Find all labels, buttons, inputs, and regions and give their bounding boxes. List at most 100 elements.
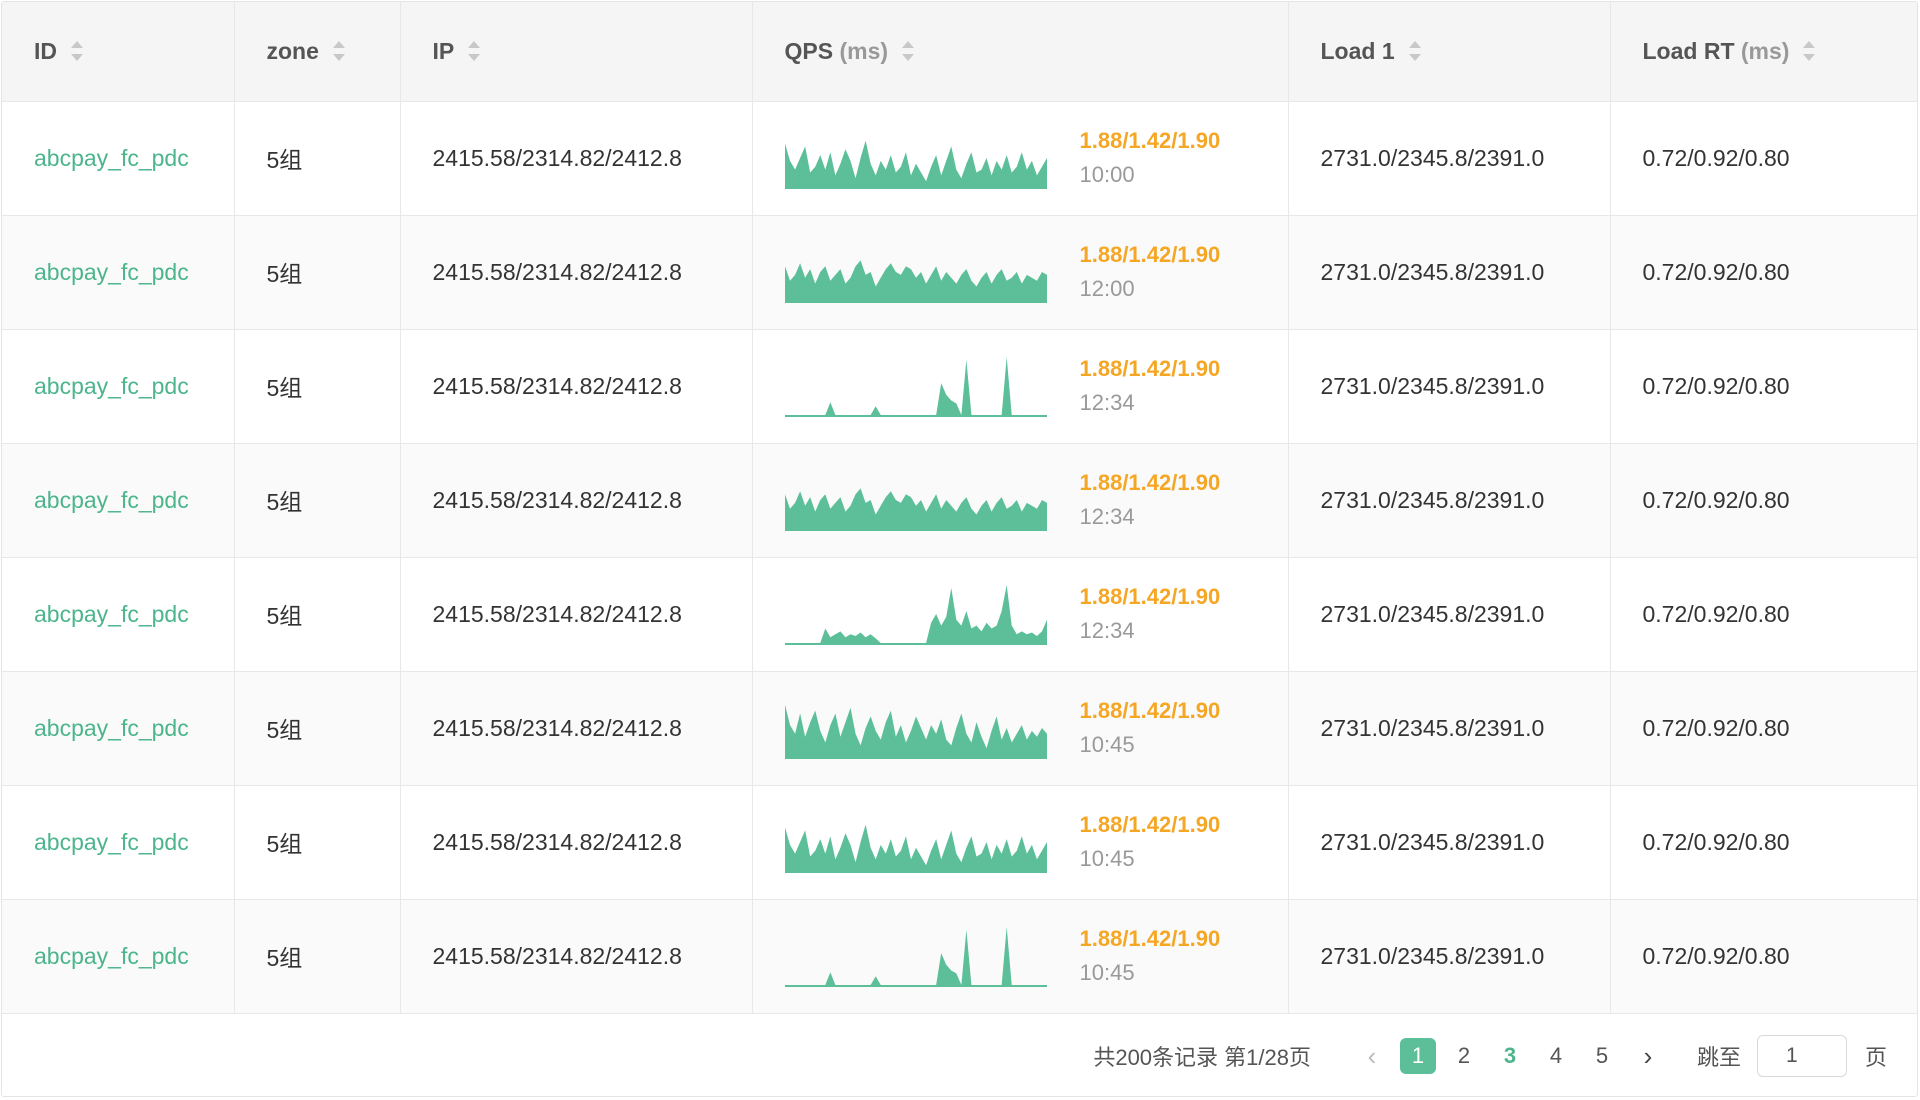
prev-page-icon[interactable]: ‹ [1349,1038,1395,1074]
cell-id: abcpay_fc_pdc [2,101,235,216]
cell-zone: 5组 [234,329,401,444]
sparkline-area [784,585,1047,643]
sort-icon[interactable] [468,40,481,62]
page-1-button[interactable]: 1 [1395,1038,1441,1074]
qps-time: 12:34 [1079,390,1135,415]
qps-value: 1.88/1.42/1.90 [1079,242,1221,267]
column-header-label: zone [266,37,319,64]
cell-ip: 2415.58/2314.82/2412.8 [400,557,753,672]
qps-time: 10:00 [1079,162,1135,187]
cell-ip: 2415.58/2314.82/2412.8 [400,899,753,1014]
data-table: ID zone IP QPS (ms) Load 1 Load RT (ms) … [2,2,1917,1014]
sparkline-area [784,927,1047,985]
cell-load-rt: 0.72/0.92/0.80 [1610,329,1917,444]
next-page-icon[interactable]: › [1625,1038,1671,1074]
qps-time: 10:45 [1079,846,1135,871]
sparkline-area [784,140,1047,187]
cell-load1: 2731.0/2345.8/2391.0 [1288,785,1611,900]
sparkline-area [784,357,1047,415]
qps-sparkline [784,927,1047,987]
qps-sparkline [784,704,1047,759]
column-header-ip[interactable]: IP [400,2,753,102]
cell-load-rt: 0.72/0.92/0.80 [1610,101,1917,216]
qps-sparkline [784,357,1047,417]
cell-id: abcpay_fc_pdc [2,557,235,672]
cell-load1: 2731.0/2345.8/2391.0 [1288,215,1611,330]
column-header-label: QPS [784,37,834,64]
cell-id: abcpay_fc_pdc [2,329,235,444]
page-2-button[interactable]: 2 [1441,1038,1487,1074]
cell-zone: 5组 [234,443,401,558]
cell-zone: 5组 [234,557,401,672]
page-number: 1 [1399,1038,1436,1074]
page-5-button[interactable]: 5 [1579,1038,1625,1074]
cell-load1: 2731.0/2345.8/2391.0 [1288,101,1611,216]
qps-sparkline [784,824,1047,873]
column-header-label: Load RT [1642,37,1735,64]
cell-load1: 2731.0/2345.8/2391.0 [1288,329,1611,444]
column-header-zone[interactable]: zone [234,2,401,102]
cell-load1: 2731.0/2345.8/2391.0 [1288,899,1611,1014]
cell-id: abcpay_fc_pdc [2,785,235,900]
cell-ip: 2415.58/2314.82/2412.8 [400,329,753,444]
column-header-label: ID [34,37,57,64]
table-row: abcpay_fc_pdc 5组 2415.58/2314.82/2412.8 1.8… [2,671,1917,786]
jump-label: 跳至 [1696,1045,1741,1070]
cell-load1: 2731.0/2345.8/2391.0 [1288,443,1611,558]
qps-sparkline [784,260,1047,303]
table-row: abcpay_fc_pdc 5组 2415.58/2314.82/2412.8 1.8… [2,101,1917,216]
cell-load-rt: 0.72/0.92/0.80 [1610,557,1917,672]
cell-id: abcpay_fc_pdc [2,899,235,1014]
jump-page-input[interactable] [1756,1035,1847,1077]
id-link[interactable]: abcpay_fc_pdc [34,943,189,969]
qps-sparkline [784,585,1047,645]
qps-time: 10:45 [1079,960,1135,985]
id-link[interactable]: abcpay_fc_pdc [34,601,189,627]
cell-load1: 2731.0/2345.8/2391.0 [1288,671,1611,786]
sort-icon[interactable] [332,40,345,62]
cell-ip: 2415.58/2314.82/2412.8 [400,443,753,558]
column-header-unit: (ms) [1740,37,1790,64]
pagination-footer: 共200条记录 第1/28页 ‹ 1 2 3 4 5 › 跳至 页 [2,1014,1917,1096]
sort-icon[interactable] [1408,40,1421,62]
sort-icon[interactable] [71,40,83,62]
page-3-button[interactable]: 3 [1487,1038,1533,1074]
qps-value: 1.88/1.42/1.90 [1079,356,1221,381]
column-header-id[interactable]: ID [2,2,235,102]
id-link[interactable]: abcpay_fc_pdc [34,487,189,513]
page-4-button[interactable]: 4 [1533,1038,1579,1074]
cell-id: abcpay_fc_pdc [2,671,235,786]
cell-zone: 5组 [234,785,401,900]
id-link[interactable]: abcpay_fc_pdc [34,259,189,285]
qps-value: 1.88/1.42/1.90 [1079,128,1221,153]
column-header-qps[interactable]: QPS (ms) [752,2,1289,102]
qps-value: 1.88/1.42/1.90 [1079,584,1221,609]
cell-qps: 1.88/1.42/1.90 12:34 [752,443,1289,558]
cell-ip: 2415.58/2314.82/2412.8 [400,671,753,786]
id-link[interactable]: abcpay_fc_pdc [34,145,189,171]
column-header-load-rt[interactable]: Load RT (ms) [1610,2,1917,102]
qps-sparkline [784,140,1047,189]
sort-icon[interactable] [1803,40,1816,62]
id-link[interactable]: abcpay_fc_pdc [34,829,189,855]
cell-qps: 1.88/1.42/1.90 10:45 [752,899,1289,1014]
cell-load-rt: 0.72/0.92/0.80 [1610,215,1917,330]
id-link[interactable]: abcpay_fc_pdc [34,715,189,741]
data-table-panel: ID zone IP QPS (ms) Load 1 Load RT (ms) … [1,1,1918,1097]
sparkline-area [784,704,1047,757]
column-header-load1[interactable]: Load 1 [1288,2,1611,102]
column-header-label: Load 1 [1320,37,1395,64]
sort-icon[interactable] [902,40,915,62]
id-link[interactable]: abcpay_fc_pdc [34,373,189,399]
cell-ip: 2415.58/2314.82/2412.8 [400,101,753,216]
cell-qps: 1.88/1.42/1.90 10:45 [752,671,1289,786]
jump-unit-label: 页 [1864,1045,1887,1070]
cell-id: abcpay_fc_pdc [2,215,235,330]
qps-value: 1.88/1.42/1.90 [1079,470,1221,495]
cell-ip: 2415.58/2314.82/2412.8 [400,785,753,900]
table-row: abcpay_fc_pdc 5组 2415.58/2314.82/2412.8 1.8… [2,899,1917,1014]
cell-zone: 5组 [234,101,401,216]
cell-ip: 2415.58/2314.82/2412.8 [400,215,753,330]
column-header-label: IP [432,37,455,64]
qps-value: 1.88/1.42/1.90 [1079,812,1221,837]
